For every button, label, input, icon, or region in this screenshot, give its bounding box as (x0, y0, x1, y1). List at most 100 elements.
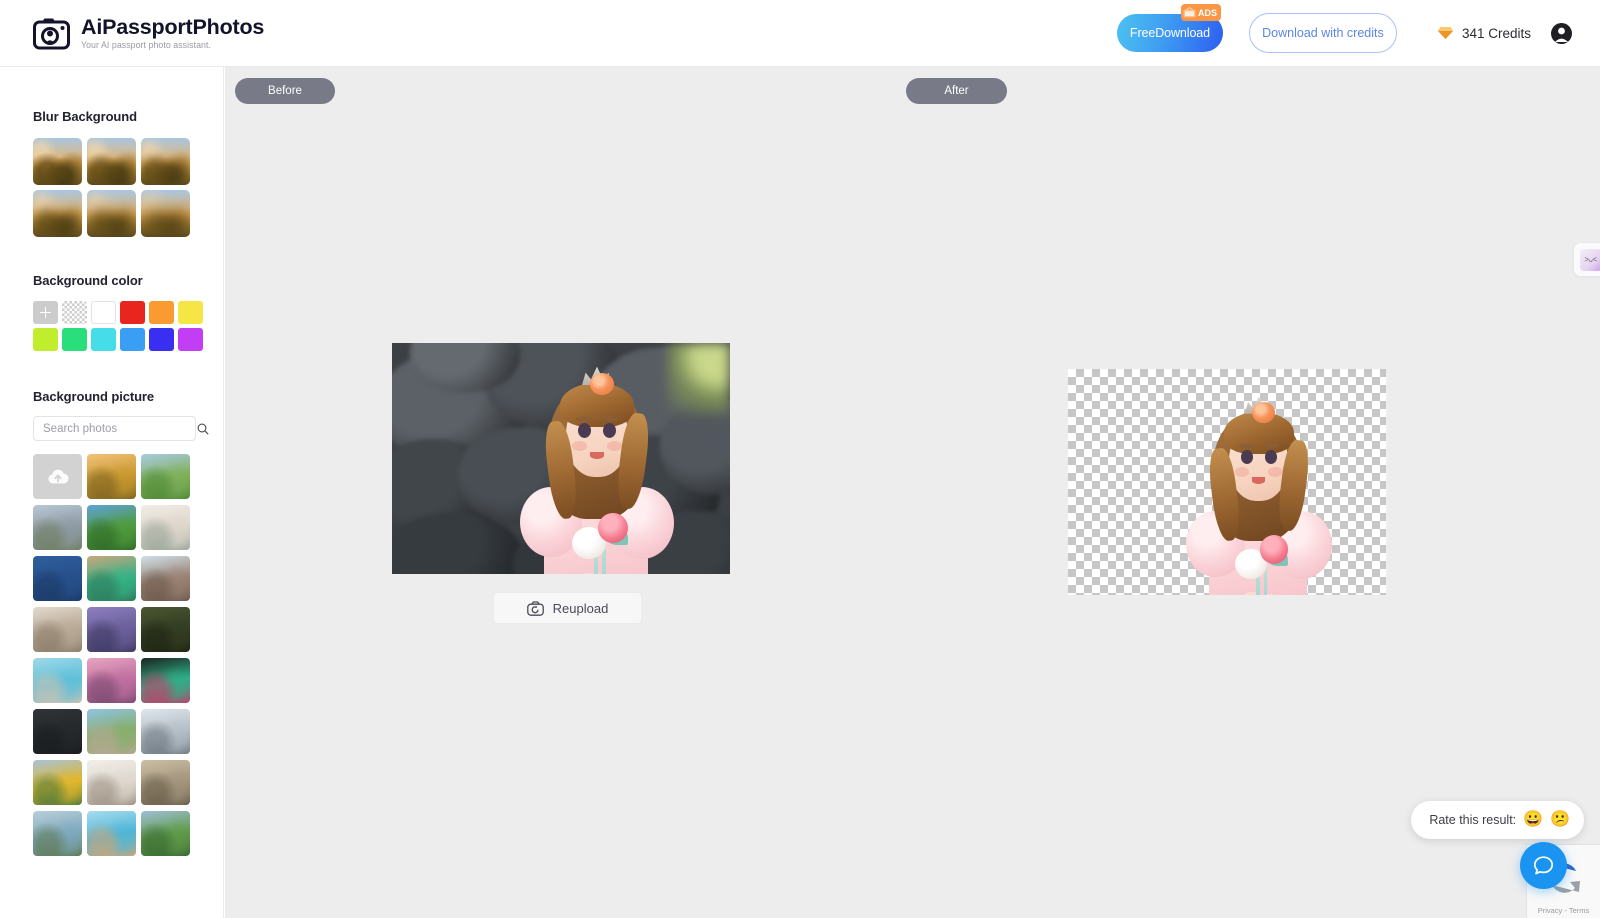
photo-green-car-tree[interactable] (87, 556, 136, 601)
rate-positive-emoji[interactable]: 😀 (1523, 812, 1543, 828)
before-image-wrap (392, 343, 730, 574)
photo-thumb-texture (141, 658, 190, 703)
reupload-button[interactable]: Reupload (493, 592, 642, 624)
user-avatar-icon[interactable] (1551, 22, 1572, 44)
blur-thumb-image (33, 190, 82, 237)
camera-refresh-icon (526, 600, 544, 616)
editor-canvas: Before After Reupload >ᴗ< (225, 67, 1600, 918)
color-swatch-indigo[interactable] (149, 328, 174, 351)
photo-curtains-window[interactable] (33, 607, 82, 652)
before-image[interactable] (392, 343, 730, 574)
photo-wooden-dock-sea[interactable] (87, 811, 136, 856)
blur-level-6[interactable] (141, 190, 190, 237)
photo-thumb-texture (141, 760, 190, 805)
photo-flower-field-sunset[interactable] (87, 658, 136, 703)
photo-thumb-texture (33, 607, 82, 652)
color-swatch-magenta[interactable] (178, 328, 203, 351)
blur-thumb-image (141, 138, 190, 185)
photo-ferris-wheel-night[interactable] (141, 658, 190, 703)
search-icon[interactable] (197, 423, 209, 435)
color-swatch-yellow[interactable] (178, 301, 203, 324)
figure-brow-part (602, 417, 618, 421)
photo-green-hills-valley[interactable] (87, 505, 136, 550)
photo-park-pathway-trees[interactable] (87, 709, 136, 754)
color-swatch-add-custom-color[interactable] (33, 301, 58, 324)
figure-brow-part (1238, 444, 1255, 448)
photo-tulip-field[interactable] (33, 760, 82, 805)
blur-level-2[interactable] (87, 138, 136, 185)
photo-rocky-mountain-peak[interactable] (33, 505, 82, 550)
recaptcha-terms-text[interactable]: Privacy - Terms (1527, 906, 1600, 915)
blur-level-4[interactable] (33, 190, 82, 237)
blur-level-5[interactable] (87, 190, 136, 237)
photo-desert-plain[interactable] (141, 556, 190, 601)
color-swatch-white[interactable] (91, 301, 116, 324)
color-swatch-transparent[interactable] (62, 301, 87, 324)
color-swatch-yellow-green[interactable] (33, 328, 58, 351)
gem-icon (1437, 27, 1453, 39)
brand[interactable]: AiPassportPhotos Your AI passport photo … (33, 16, 264, 50)
photo-thumb-texture (33, 505, 82, 550)
photo-interior-room-plants[interactable] (141, 505, 190, 550)
rate-result-widget: Rate this result: 😀 😕 (1411, 801, 1584, 839)
figure-cheek-part (607, 441, 622, 451)
photo-thumb-texture (33, 556, 82, 601)
photo-green-mountain-range[interactable] (141, 811, 190, 856)
camera-logo-icon (33, 18, 70, 49)
tv-ad-icon (1183, 7, 1196, 18)
rate-negative-emoji[interactable]: 😕 (1550, 812, 1570, 828)
photo-purple-mountains-dusk[interactable] (87, 607, 136, 652)
color-swatch-orange[interactable] (149, 301, 174, 324)
ads-badge-label: ADS (1197, 7, 1217, 18)
chat-bubble-icon (1533, 856, 1554, 875)
background-color-title: Background color (33, 273, 143, 288)
download-with-credits-button[interactable]: Download with credits (1248, 13, 1397, 53)
color-swatch-cyan[interactable] (91, 328, 116, 351)
background-picture-title: Background picture (33, 389, 154, 404)
figure-brow-part (1263, 444, 1279, 448)
photo-thumb-texture (87, 811, 136, 856)
blur-thumb-image (87, 138, 136, 185)
figure-brow-part (576, 417, 592, 421)
blur-level-1[interactable] (33, 138, 82, 185)
photo-stone-columns[interactable] (141, 760, 190, 805)
upload-photo[interactable] (33, 454, 82, 499)
credits-amount: 341 Credits (1461, 25, 1531, 41)
after-image-wrap (1068, 369, 1386, 595)
credits-display[interactable]: 341 Credits (1437, 26, 1531, 41)
figure-cheek-part (1235, 467, 1250, 477)
reupload-label: Reupload (552, 600, 609, 616)
after-image[interactable] (1068, 369, 1386, 595)
chat-support-button[interactable] (1520, 842, 1567, 889)
figure-bouquet-p-part (1259, 535, 1289, 564)
photo-golden-field-sunset[interactable] (87, 454, 136, 499)
figure-eye-part (578, 423, 591, 438)
photo-thumb-texture (141, 556, 190, 601)
photo-thumb-texture (33, 709, 82, 754)
photo-snowy-birch-forest[interactable] (141, 709, 190, 754)
side-emoticon-widget[interactable]: >ᴗ< (1574, 243, 1600, 276)
search-input[interactable] (43, 422, 197, 435)
after-label-pill[interactable]: After (906, 78, 1007, 104)
before-label-pill[interactable]: Before (235, 78, 335, 104)
rate-result-label: Rate this result: (1429, 813, 1517, 827)
ads-badge: ADS (1180, 4, 1221, 21)
photo-white-hallway-arches[interactable] (87, 760, 136, 805)
figure-cheek-part (572, 441, 587, 451)
figure-bouquet-p-part (598, 513, 628, 543)
color-swatch-blue[interactable] (120, 328, 145, 351)
color-swatch-red[interactable] (120, 301, 145, 324)
photo-lake-red-house[interactable] (33, 811, 82, 856)
photo-dark-oak-tree[interactable] (141, 607, 190, 652)
photo-full-moon-night-sky[interactable] (33, 556, 82, 601)
figure-eye-part (603, 423, 616, 438)
blur-level-3[interactable] (141, 138, 190, 185)
photo-thumb-texture (87, 658, 136, 703)
sidebar-panel: Blur Background Background color Backgro… (0, 67, 224, 918)
photo-beach-pier-turquoise[interactable] (33, 658, 82, 703)
photo-blackboard-equations[interactable] (33, 709, 82, 754)
figure-eye-part (1264, 449, 1277, 465)
color-swatch-green[interactable] (62, 328, 87, 351)
photo-lone-tree-green-field[interactable] (141, 454, 190, 499)
app-header: AiPassportPhotos Your AI passport photo … (0, 0, 1600, 67)
